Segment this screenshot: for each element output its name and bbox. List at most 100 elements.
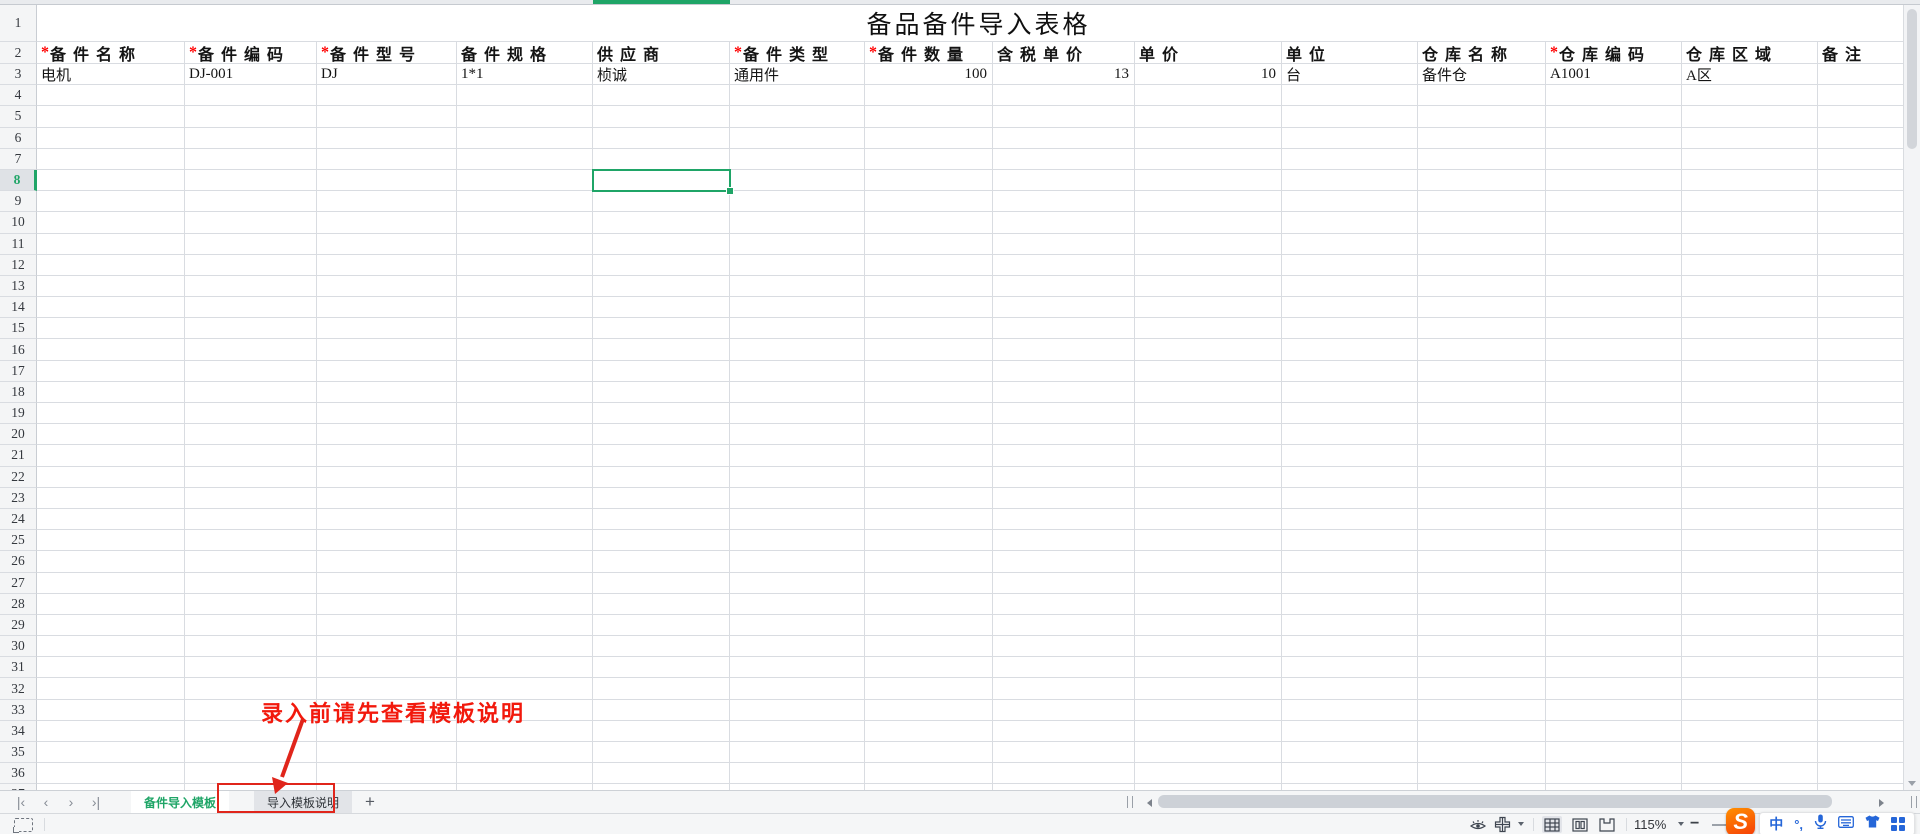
row-number[interactable]: 15 [0, 318, 37, 339]
row-number[interactable]: 29 [0, 615, 37, 636]
cell[interactable] [1546, 657, 1682, 678]
cell[interactable] [37, 573, 185, 594]
cell[interactable] [865, 382, 993, 403]
cell[interactable] [593, 509, 730, 530]
cell[interactable] [993, 106, 1135, 127]
cell[interactable] [1546, 573, 1682, 594]
row-number[interactable]: 22 [0, 467, 37, 488]
zoom-dropdown-icon[interactable] [1678, 822, 1684, 826]
cell[interactable] [185, 339, 317, 360]
cell[interactable] [317, 212, 457, 233]
cell[interactable] [1135, 636, 1282, 657]
cell[interactable] [593, 615, 730, 636]
cell[interactable] [593, 106, 730, 127]
cell[interactable] [37, 255, 185, 276]
cell[interactable] [457, 297, 593, 318]
cell[interactable] [1282, 318, 1418, 339]
cell[interactable] [993, 615, 1135, 636]
cell[interactable] [730, 276, 865, 297]
cell[interactable] [1418, 636, 1546, 657]
cell[interactable] [1282, 234, 1418, 255]
cell[interactable] [457, 276, 593, 297]
cell[interactable] [37, 212, 185, 233]
cell[interactable] [317, 361, 457, 382]
cell[interactable] [457, 657, 593, 678]
cell[interactable] [185, 85, 317, 106]
row-number[interactable]: 10 [0, 212, 37, 233]
cell[interactable] [1682, 445, 1818, 466]
cell[interactable] [593, 339, 730, 360]
cell[interactable] [1135, 509, 1282, 530]
cell[interactable] [185, 657, 317, 678]
cell[interactable] [993, 149, 1135, 170]
cell[interactable] [317, 85, 457, 106]
cell[interactable] [993, 488, 1135, 509]
cell[interactable] [1282, 149, 1418, 170]
row-number[interactable]: 21 [0, 445, 37, 466]
cell[interactable] [1282, 255, 1418, 276]
cell[interactable] [865, 721, 993, 742]
cell[interactable] [730, 318, 865, 339]
cell[interactable] [457, 339, 593, 360]
cell[interactable] [730, 149, 865, 170]
cell[interactable] [1418, 551, 1546, 572]
cell[interactable] [1682, 742, 1818, 763]
cell[interactable] [593, 212, 730, 233]
cell[interactable] [457, 403, 593, 424]
cell[interactable] [1682, 509, 1818, 530]
cell[interactable] [37, 467, 185, 488]
cell[interactable] [457, 530, 593, 551]
prev-sheet-button[interactable]: ‹ [38, 792, 54, 812]
cell[interactable] [185, 424, 317, 445]
cell[interactable] [1682, 255, 1818, 276]
cell[interactable] [1418, 573, 1546, 594]
cell[interactable] [457, 170, 593, 191]
cell[interactable] [1135, 382, 1282, 403]
cell[interactable] [185, 297, 317, 318]
cell[interactable] [317, 297, 457, 318]
add-sheet-button[interactable]: + [365, 793, 375, 811]
cell[interactable] [457, 615, 593, 636]
sheet-title-cell[interactable]: 备品备件导入表格 [37, 5, 1920, 42]
cell[interactable] [1135, 615, 1282, 636]
cell[interactable] [1282, 424, 1418, 445]
cell[interactable] [1418, 382, 1546, 403]
cell[interactable] [993, 234, 1135, 255]
cell[interactable] [865, 297, 993, 318]
cell[interactable] [865, 128, 993, 149]
cell[interactable] [1282, 85, 1418, 106]
cell[interactable] [185, 276, 317, 297]
cell[interactable] [185, 255, 317, 276]
cell[interactable] [457, 191, 593, 212]
cell[interactable] [457, 573, 593, 594]
cell[interactable] [730, 424, 865, 445]
cell[interactable] [593, 678, 730, 699]
row-number[interactable]: 18 [0, 382, 37, 403]
cell[interactable] [37, 149, 185, 170]
cell[interactable] [185, 149, 317, 170]
cell[interactable] [865, 445, 993, 466]
cell[interactable] [993, 636, 1135, 657]
cell[interactable] [1135, 403, 1282, 424]
cell[interactable] [317, 551, 457, 572]
cell[interactable] [1418, 615, 1546, 636]
cell[interactable] [1546, 467, 1682, 488]
cell[interactable] [1418, 234, 1546, 255]
cell[interactable] [993, 700, 1135, 721]
sheet-grid[interactable]: 1备品备件导入表格2*备件名称*备件编码*备件型号备件规格供应商*备件类型*备件… [0, 5, 1920, 790]
view-normal-icon[interactable] [1542, 816, 1562, 833]
cell[interactable] [1135, 128, 1282, 149]
cell-navigation-dropdown-icon[interactable] [1518, 822, 1524, 826]
cell[interactable] [593, 700, 730, 721]
cell[interactable] [317, 467, 457, 488]
cell[interactable] [1682, 361, 1818, 382]
cell[interactable] [37, 85, 185, 106]
cell[interactable] [37, 678, 185, 699]
cell[interactable] [1135, 551, 1282, 572]
cell[interactable] [1418, 721, 1546, 742]
cell[interactable] [1682, 763, 1818, 784]
cell[interactable] [730, 742, 865, 763]
cell[interactable] [1418, 361, 1546, 382]
cell[interactable] [1282, 339, 1418, 360]
cell[interactable] [37, 361, 185, 382]
